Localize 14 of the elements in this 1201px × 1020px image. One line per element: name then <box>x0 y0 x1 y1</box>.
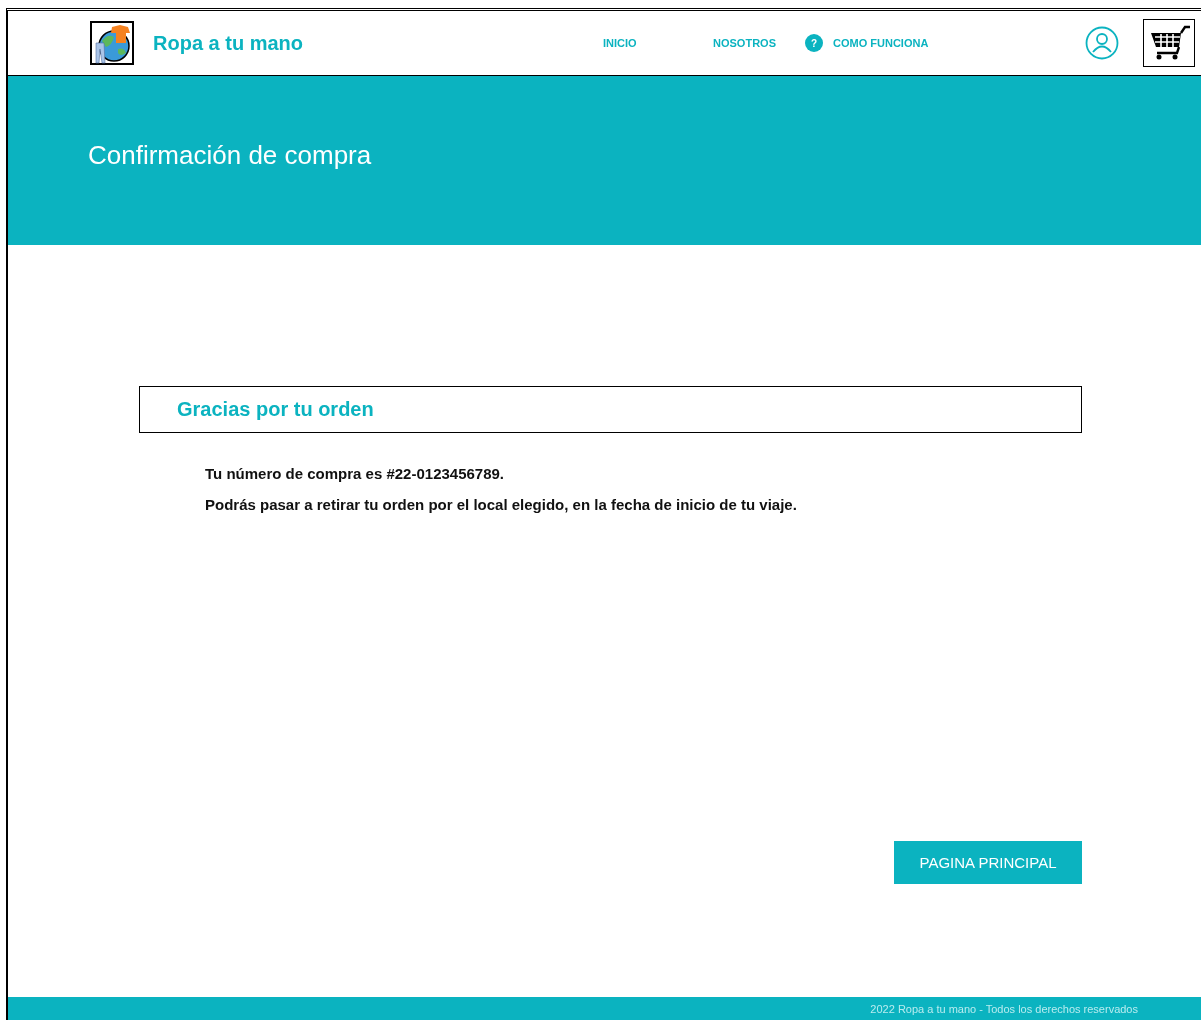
nav-link[interactable]: COMO FUNCIONA <box>833 37 929 49</box>
copyright-text: 2022 Ropa a tu mano - Todos los derechos reservados <box>870 1002 1138 1015</box>
page-title: Confirmación de compra <box>88 140 372 171</box>
order-text: Tu número de compra es #22-0123456789. <box>205 465 506 482</box>
order-heading: Gracias por tu orden <box>177 398 374 421</box>
user-icon[interactable] <box>1085 26 1119 60</box>
nav-link[interactable]: NOSOTROS <box>713 37 776 49</box>
brand-link[interactable]: Ropa a tu mano <box>153 31 303 55</box>
logo-icon[interactable] <box>90 21 134 65</box>
order-text: Podrás pasar a retirar tu orden por el local elegido, en la fecha de inicio de tu viaje. <box>205 496 798 513</box>
help-icon: ? <box>805 34 823 52</box>
cart-icon[interactable] <box>1143 19 1195 67</box>
nav-link[interactable]: INICIO <box>603 37 637 49</box>
home-button[interactable]: PAGINA PRINCIPAL <box>894 841 1082 884</box>
